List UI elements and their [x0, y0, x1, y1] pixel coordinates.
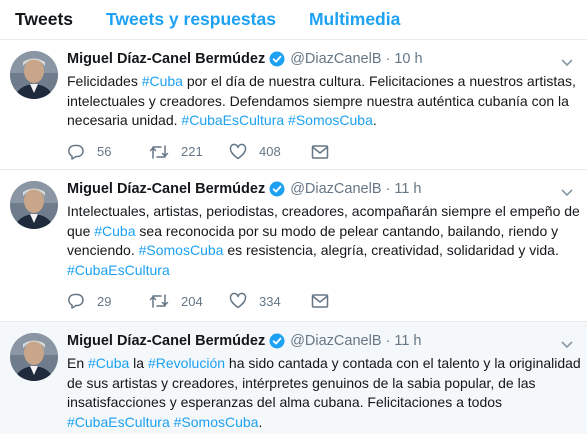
tweet-text-segment: venciendo. [67, 242, 139, 258]
retweet-count: 221 [181, 144, 203, 159]
tweet-text-segment: de sus artistas y creadores, intérpretes… [67, 374, 536, 391]
avatar[interactable] [10, 181, 58, 229]
chevron-down-icon[interactable] [561, 336, 573, 354]
tweet-text-line: venciendo. #SomosCuba es resistencia, al… [67, 241, 573, 261]
direct-message-button[interactable] [311, 144, 329, 160]
tweet-text-line: Intelectuales, artistas, periodistas, cr… [67, 202, 580, 222]
chevron-down-icon[interactable] [561, 54, 573, 72]
tweet-text-line: intelectuales y creadores. Defendamos si… [67, 92, 573, 112]
tweet-text-segment: ha sido cantada y contada con el talento… [225, 355, 581, 371]
tweet-actions: 56 221 408 [67, 142, 573, 162]
tweet[interactable]: Miguel Díaz-Canel Bermúdez @DiazCanelB ·… [0, 40, 587, 170]
hashtag-link[interactable]: #Revolución [148, 355, 225, 371]
tweet-text-line: En #Cuba la #Revolución ha sido cantada … [67, 354, 581, 374]
tweet-text-line: insatisfacciones y esperanzas del alma c… [67, 393, 573, 413]
avatar-photo [10, 51, 58, 99]
chevron-down-icon[interactable] [561, 184, 573, 202]
profile-tabs: Tweets Tweets y respuestas Multimedia [0, 0, 587, 40]
reply-count: 29 [97, 293, 112, 309]
tweet-text-line: que #Cuba sea reconocida por su modo de … [67, 222, 573, 242]
tweet-text-segment: por el día de nuestra cultura. Felicitac… [182, 73, 576, 89]
avatar[interactable] [10, 333, 58, 381]
tweet-header: Miguel Díaz-Canel Bermúdez @DiazCanelB ·… [67, 49, 573, 69]
author-handle[interactable]: @DiazCanelB [290, 333, 381, 349]
tweet-text-line: #CubaEsCultura #SomosCuba. [67, 413, 573, 433]
author-name[interactable]: Miguel Díaz-Canel Bermúdez [67, 51, 265, 67]
tweet-text-segment: . [372, 112, 377, 128]
hashtag-link[interactable]: #CubaEsCultura [67, 262, 170, 278]
avatar-photo [10, 333, 58, 381]
hashtag-link[interactable]: #CubaEsCultura [181, 112, 284, 128]
tweet-text-segment: . [258, 413, 263, 430]
tweet-timestamp[interactable]: 10 h [394, 51, 422, 67]
tweet-text-segment: la [129, 355, 148, 371]
tweet-timestamp[interactable]: 11 h [394, 181, 421, 197]
tweet-text-segment: Intelectuales, artistas, periodistas, cr… [67, 203, 580, 219]
tweet-text-segment: necesaria unidad. [67, 112, 182, 128]
tweet-header: Miguel Díaz-Canel Bermúdez @DiazCanelB ·… [67, 331, 573, 351]
tweet-actions: 29 204 334 [67, 291, 573, 311]
tweet-text-segment: que [67, 222, 95, 239]
hashtag-link[interactable]: #Cuba [88, 355, 129, 371]
reply-button[interactable]: 56 [67, 143, 149, 161]
tweet[interactable]: Miguel Díaz-Canel Bermúdez @DiazCanelB ·… [0, 322, 587, 434]
hashtag-link[interactable]: #Cuba [94, 223, 135, 239]
reply-icon [67, 143, 85, 161]
avatar-photo [10, 181, 58, 229]
hashtag-link[interactable]: #Cuba [142, 73, 183, 89]
reply-button[interactable]: 29 [67, 292, 149, 310]
tweet-text-segment: Felicidades [67, 73, 142, 89]
like-count: 408 [259, 144, 281, 159]
hashtag-link[interactable]: #SomosCuba [174, 414, 259, 430]
like-count: 334 [259, 293, 281, 309]
direct-message-button[interactable] [311, 293, 329, 309]
tweet-timestamp[interactable]: 11 h [394, 333, 421, 349]
hashtag-link[interactable]: #SomosCuba [288, 112, 373, 128]
tweet-text-line: #CubaEsCultura [67, 261, 573, 281]
tweet[interactable]: Miguel Díaz-Canel Bermúdez @DiazCanelB ·… [0, 170, 587, 322]
like-icon [229, 143, 247, 161]
like-button[interactable]: 408 [229, 143, 311, 161]
tweet-text: Intelectuales, artistas, periodistas, cr… [67, 202, 580, 281]
author-handle[interactable]: @DiazCanelB [290, 181, 381, 197]
author-handle[interactable]: @DiazCanelB [290, 51, 381, 67]
hashtag-link[interactable]: #CubaEsCultura [67, 414, 170, 430]
separator-dot: · [385, 181, 391, 197]
retweet-button[interactable]: 204 [149, 292, 229, 310]
tweet-text-line: de sus artistas y creadores, intérpretes… [67, 374, 573, 394]
retweet-icon [149, 292, 169, 310]
separator-dot: · [385, 333, 391, 349]
reply-count: 56 [97, 144, 112, 159]
verified-badge-icon [269, 333, 285, 349]
tweet-text-segment: intelectuales y creadores. Defendamos si… [67, 92, 569, 109]
like-button[interactable]: 334 [229, 292, 311, 310]
hashtag-link[interactable]: #SomosCuba [139, 242, 224, 258]
retweet-count: 204 [181, 293, 203, 309]
retweet-icon [149, 143, 169, 161]
tweet-header: Miguel Díaz-Canel Bermúdez @DiazCanelB ·… [67, 179, 573, 199]
tweet-text-line: Felicidades #Cuba por el día de nuestra … [67, 72, 576, 92]
separator-dot: · [385, 51, 391, 67]
tweet-text: En #Cuba la #Revolución ha sido cantada … [67, 354, 581, 433]
tab-tweets-and-replies[interactable]: Tweets y respuestas [106, 0, 276, 30]
author-name[interactable]: Miguel Díaz-Canel Bermúdez [67, 181, 265, 197]
tweet-text-line: necesaria unidad. #CubaEsCultura #SomosC… [67, 111, 573, 131]
retweet-button[interactable]: 221 [149, 143, 229, 161]
verified-badge-icon [269, 181, 285, 197]
reply-icon [67, 292, 85, 310]
message-icon [311, 293, 329, 309]
author-name[interactable]: Miguel Díaz-Canel Bermúdez [67, 333, 265, 349]
tweet-text-segment: es resistencia, alegría, creatividad, so… [223, 242, 559, 258]
tweet-text-segment: insatisfacciones y esperanzas del alma c… [67, 394, 503, 410]
message-icon [311, 144, 329, 160]
verified-badge-icon [269, 51, 285, 67]
tab-tweets[interactable]: Tweets [15, 0, 73, 30]
tweet-text-segment: sea reconocida por su modo de pelear can… [135, 222, 559, 239]
avatar[interactable] [10, 51, 58, 99]
tweet-text: Felicidades #Cuba por el día de nuestra … [67, 72, 576, 131]
tweet-text-segment: En [67, 355, 89, 371]
like-icon [229, 292, 247, 310]
tab-media[interactable]: Multimedia [309, 0, 400, 30]
